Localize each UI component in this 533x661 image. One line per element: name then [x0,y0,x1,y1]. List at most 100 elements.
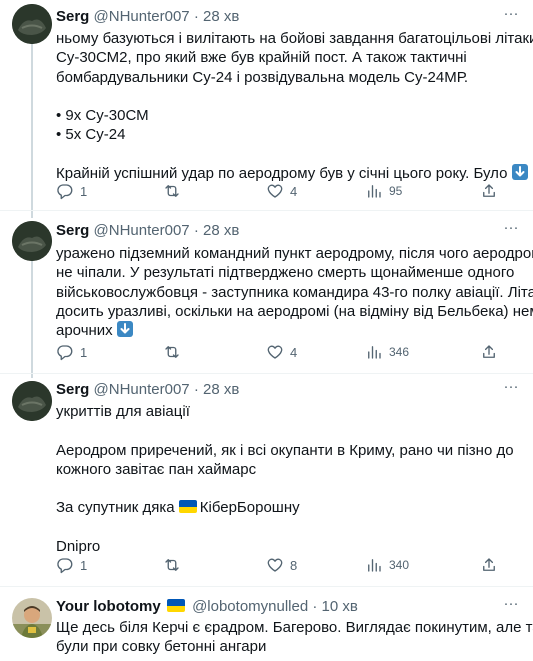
views-icon [368,346,381,359]
heart-icon [267,345,283,359]
like-count: 4 [290,183,298,199]
avatar[interactable] [12,598,52,638]
tweet[interactable]: Serg @NHunter007 · 28 хв ··· укриттів дл… [0,374,533,586]
tweet[interactable]: Your lobotomy @lobotomynulled · 10 хв ··… [0,587,533,661]
tweet-text-fragment: КіберБорошну [199,499,300,517]
tweet-header: Your lobotomy @lobotomynulled · 10 хв [56,597,358,617]
avatar[interactable] [12,4,52,44]
down-arrow-emoji [116,321,133,338]
share-icon [483,345,495,358]
tweet-text-line [56,479,526,498]
user-handle[interactable]: @NHunter007 [94,381,190,398]
ukraine-flag-emoji [178,500,197,514]
retweet-icon [165,185,179,197]
tweet-text-line: укриттів для авіації [56,403,190,420]
tweet-text-line: Су-30СМ2, про який вже був крайній пост.… [56,49,467,67]
like-button[interactable]: 4 [266,181,297,201]
tweet-actions: 1 4 346 [56,342,521,362]
display-name[interactable]: Serg [56,8,89,25]
reply-button[interactable]: 1 [56,342,87,362]
more-icon[interactable]: ··· [501,6,521,27]
like-button[interactable]: 4 [266,342,297,362]
tweet-header: Serg @NHunter007 · 28 хв [56,7,239,27]
view-count: 95 [389,184,403,198]
tweet-text-line: були при совку бетонні ангари [56,638,267,656]
share-icon [483,558,495,571]
reply-button[interactable]: 1 [56,555,87,575]
like-count: 4 [290,344,298,360]
retweet-icon [165,346,179,358]
tweet-text-line: Dnipro [56,538,101,556]
display-name[interactable]: Your lobotomy [56,598,161,615]
tweet-text-line: • 5х Су-24 [56,126,126,144]
reply-count: 1 [80,344,88,360]
separator-dot: · [193,222,199,239]
tweet-text-line: не чіпали. У результаті підтверджено сме… [56,264,515,282]
user-handle[interactable]: @NHunter007 [94,8,190,25]
retweet-button[interactable] [163,555,187,575]
timestamp[interactable]: 28 хв [203,8,239,25]
tweet-actions: 1 8 340 [56,555,521,575]
views-button[interactable]: 95 [365,181,402,201]
tweet-text-line: військовослужбовця - заступника командир… [56,283,533,301]
retweet-icon [165,559,179,571]
tweet-text-fragment: арочних [56,322,113,340]
tweet-text: Ще десь біля Керчі є єрадром. Багерово. … [56,618,533,657]
tweet-text-line-with-emoji: За супутник дяка КіберБорошну [56,498,526,517]
retweet-button[interactable] [163,181,187,201]
tweet-text-line [56,518,526,537]
tweet-text-fragment: Крайній успішний удар по аеродрому був у… [56,165,508,183]
more-icon[interactable]: ··· [501,379,521,400]
heart-icon [267,184,283,198]
reply-icon [57,345,73,361]
tweet-text-line: Аеродром приречений, як і всі окупанти в… [56,441,514,459]
ukraine-flag-emoji [166,599,185,612]
tweet-text-line [56,87,526,106]
retweet-button[interactable] [163,342,187,362]
tweet[interactable]: Serg @NHunter007 · 28 хв ··· уражено під… [0,211,533,374]
tweet-header: Serg @NHunter007 · 28 хв [56,221,239,241]
user-handle[interactable]: @lobotomynulled [192,598,308,615]
tweet-text-fragment: За супутник дяка [56,499,175,517]
views-icon [368,559,381,572]
separator-dot: · [312,598,318,615]
display-name[interactable]: Serg [56,222,89,239]
tweet-text-line [56,421,526,440]
heart-icon [267,558,283,572]
tweet-text: уражено підземний командний пункт аеродр… [56,244,533,340]
more-icon[interactable]: ··· [501,220,521,241]
timestamp[interactable]: 10 хв [322,598,358,615]
tweet-text-line: досить уразливі, оскільки на аеродромі (… [56,302,533,320]
views-button[interactable]: 346 [365,342,409,362]
view-count: 340 [389,558,410,572]
tweet[interactable]: Serg @NHunter007 · 28 хв ··· ньому базую… [0,0,533,210]
tweet-text-line-with-emoji: арочних [56,321,526,340]
tweet-text: ньому базуються і вилітають на бойові за… [56,29,533,183]
tweet-text-line: кожного завітає пан хаймарс [56,460,257,478]
more-icon[interactable]: ··· [501,596,521,617]
tweet-text-line: бомбардувальники Су-24 і розвідувальна м… [56,68,469,86]
views-button[interactable]: 340 [365,555,409,575]
tweet-actions: 1 4 95 [56,181,521,201]
tweet-text-line: Ще десь біля Керчі є єрадром. Багерово. … [56,619,533,636]
reply-icon [57,558,73,574]
tweet-text-line [56,145,526,164]
reply-icon [57,184,73,200]
like-button[interactable]: 8 [266,555,297,575]
timestamp[interactable]: 28 хв [203,222,239,239]
down-arrow-emoji [511,164,528,181]
timestamp[interactable]: 28 хв [203,381,239,398]
share-button[interactable] [480,555,498,575]
tweet-feed: Serg @NHunter007 · 28 хв ··· ньому базую… [0,0,533,661]
separator-dot: · [193,381,199,398]
display-name[interactable]: Serg [56,381,89,398]
share-button[interactable] [480,181,498,201]
tweet-text-line: ньому базуються і вилітають на бойові за… [56,30,533,47]
user-handle[interactable]: @NHunter007 [94,222,190,239]
avatar[interactable] [12,381,52,421]
share-button[interactable] [480,342,498,362]
avatar[interactable] [12,221,52,261]
share-icon [483,184,495,197]
reply-button[interactable]: 1 [56,181,87,201]
like-count: 8 [290,557,298,573]
